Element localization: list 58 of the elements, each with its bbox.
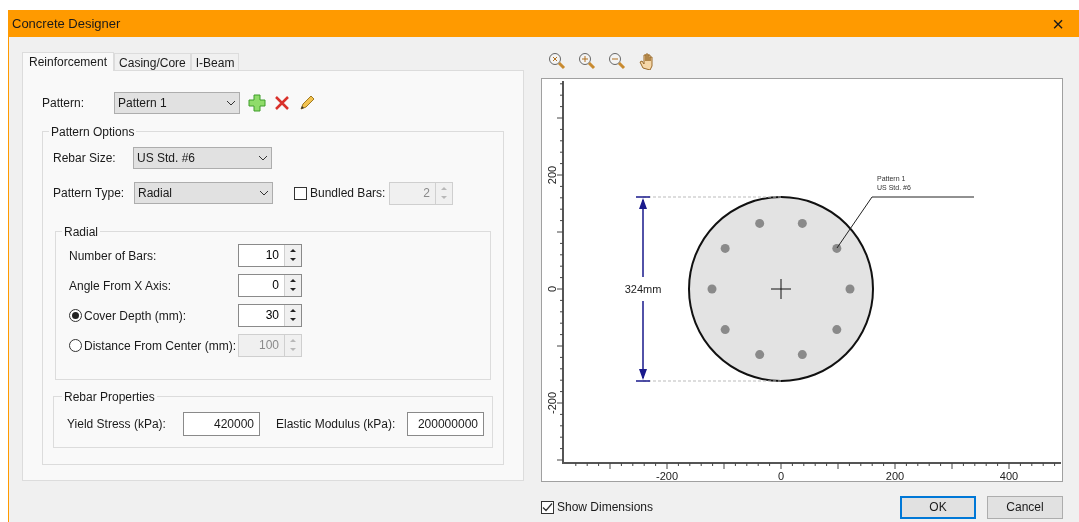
zoom-reset-icon[interactable] xyxy=(548,52,566,70)
tab[interactable]: Casing/Core xyxy=(114,53,191,70)
center-mark xyxy=(770,278,792,300)
delete-icon[interactable] xyxy=(274,95,290,111)
dialog-button[interactable]: Cancel xyxy=(987,495,1063,519)
input-field[interactable]: 420000 xyxy=(183,412,260,436)
pencil-icon[interactable] xyxy=(299,95,315,111)
zoom-in-icon[interactable] xyxy=(578,52,596,70)
rebar-dot xyxy=(832,325,842,335)
rebar-dot xyxy=(707,284,717,294)
rebar-dot xyxy=(720,243,730,253)
checkbox-label: Show Dimensions xyxy=(557,499,654,516)
dimension-label: 324mm xyxy=(624,283,662,295)
field-label: Number of Bars: xyxy=(69,247,157,265)
field-label: Angle From X Axis: xyxy=(69,277,172,295)
rebar-dot xyxy=(755,218,765,228)
chevron-down-icon xyxy=(258,155,268,161)
pattern-type-dropdown[interactable]: Radial xyxy=(134,182,273,204)
tick-label: 0 xyxy=(546,285,558,293)
field-label: Elastic Modulus (kPa): xyxy=(276,416,397,433)
rebar-dot xyxy=(797,350,807,360)
add-icon[interactable] xyxy=(248,94,266,112)
tab[interactable]: Reinforcement xyxy=(22,52,115,71)
field-label: Pattern: xyxy=(42,95,86,112)
tick-label: -200 xyxy=(656,470,678,481)
radio-button[interactable] xyxy=(69,309,82,322)
tick-label: 200 xyxy=(546,165,558,185)
checkbox-label: Bundled Bars: xyxy=(310,185,387,202)
input-field[interactable]: 200000000 xyxy=(407,412,484,436)
rebar-dot xyxy=(845,284,855,294)
tick-label: 400 xyxy=(999,470,1019,481)
rebar-size-dropdown[interactable]: US Std. #6 xyxy=(133,147,272,169)
hand-icon[interactable] xyxy=(638,52,656,70)
zoom-out-icon[interactable] xyxy=(608,52,626,70)
field-label: Pattern Type: xyxy=(53,185,126,202)
tick-label: 200 xyxy=(885,470,905,481)
spin-field[interactable]: 0 xyxy=(238,274,302,297)
radio-label: Distance From Center (mm): xyxy=(84,337,237,355)
field-label: Rebar Size: xyxy=(53,150,117,167)
close-button[interactable]: × xyxy=(1047,12,1069,35)
spin-field[interactable]: 10 xyxy=(238,244,302,267)
chevron-down-icon xyxy=(226,100,236,106)
spin-field[interactable]: 30 xyxy=(238,304,302,327)
rebar-dot xyxy=(832,243,842,253)
chevron-down-icon xyxy=(259,190,269,196)
rebar-dot xyxy=(755,350,765,360)
checkbox[interactable] xyxy=(541,500,554,514)
rebar-dot xyxy=(720,325,730,335)
tick-label: 0 xyxy=(777,470,785,481)
dialog-button[interactable]: OK xyxy=(900,495,976,519)
tab[interactable]: I-Beam xyxy=(190,53,240,70)
pattern-dropdown[interactable]: Pattern 1 xyxy=(114,92,240,114)
radio-label: Cover Depth (mm): xyxy=(84,307,187,325)
tick-label: -200 xyxy=(546,392,558,414)
rebar-dot xyxy=(797,218,807,228)
check-icon xyxy=(542,501,553,513)
field-label: Yield Stress (kPa): xyxy=(67,416,167,433)
window-title: Concrete Designer xyxy=(12,14,121,33)
